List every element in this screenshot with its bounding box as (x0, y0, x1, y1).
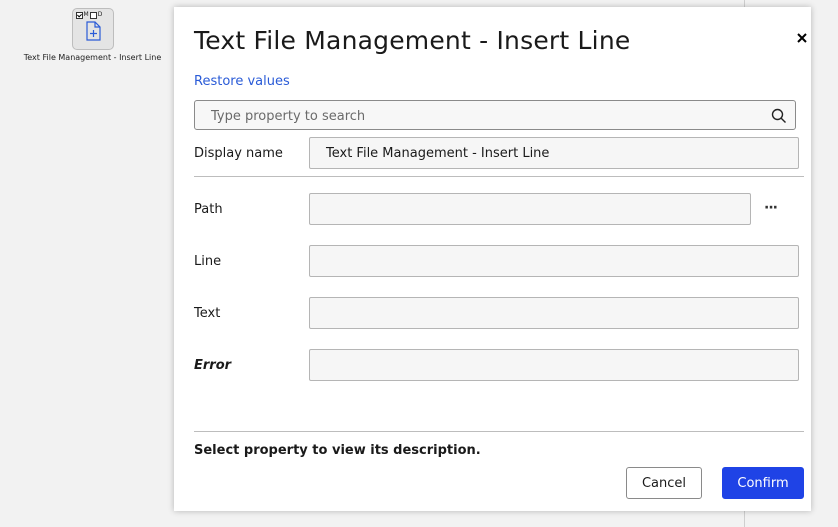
checkbox-unchecked-icon[interactable] (89, 11, 97, 19)
search-placeholder: Type property to search (211, 109, 366, 124)
node-label: Text File Management - Insert Line (23, 53, 162, 62)
flag-d-label: D (97, 11, 103, 18)
confirm-button[interactable]: Confirm (722, 467, 804, 499)
error-field[interactable] (309, 349, 799, 381)
browse-button[interactable]: ··· (764, 200, 778, 216)
search-icon[interactable] (771, 108, 787, 124)
node-flags: M D (75, 11, 103, 19)
line-field[interactable] (309, 245, 799, 277)
close-icon[interactable] (792, 28, 812, 48)
properties-dialog: Text File Management - Insert Line Resto… (174, 7, 811, 511)
description-divider (194, 431, 804, 432)
property-search-input[interactable]: Type property to search (194, 100, 796, 130)
cancel-button[interactable]: Cancel (626, 467, 702, 499)
flag-m-label: M (83, 11, 89, 18)
error-label: Error (194, 358, 232, 373)
display-name-label: Display name (194, 146, 283, 161)
dialog-title: Text File Management - Insert Line (194, 26, 631, 55)
path-label: Path (194, 202, 223, 217)
text-field[interactable] (309, 297, 799, 329)
workflow-node[interactable]: M D Text File Management - Insert Line (15, 8, 170, 62)
text-label: Text (194, 306, 221, 321)
restore-values-link[interactable]: Restore values (194, 74, 290, 89)
document-plus-icon (85, 21, 101, 41)
path-field[interactable] (309, 193, 751, 225)
node-box[interactable]: M D (71, 8, 114, 50)
line-label: Line (194, 254, 222, 269)
section-divider (194, 176, 804, 177)
display-name-field[interactable]: Text File Management - Insert Line (309, 137, 799, 169)
display-name-value: Text File Management - Insert Line (326, 146, 550, 161)
property-description: Select property to view its description. (194, 443, 481, 458)
checkbox-checked-icon[interactable] (75, 11, 83, 19)
